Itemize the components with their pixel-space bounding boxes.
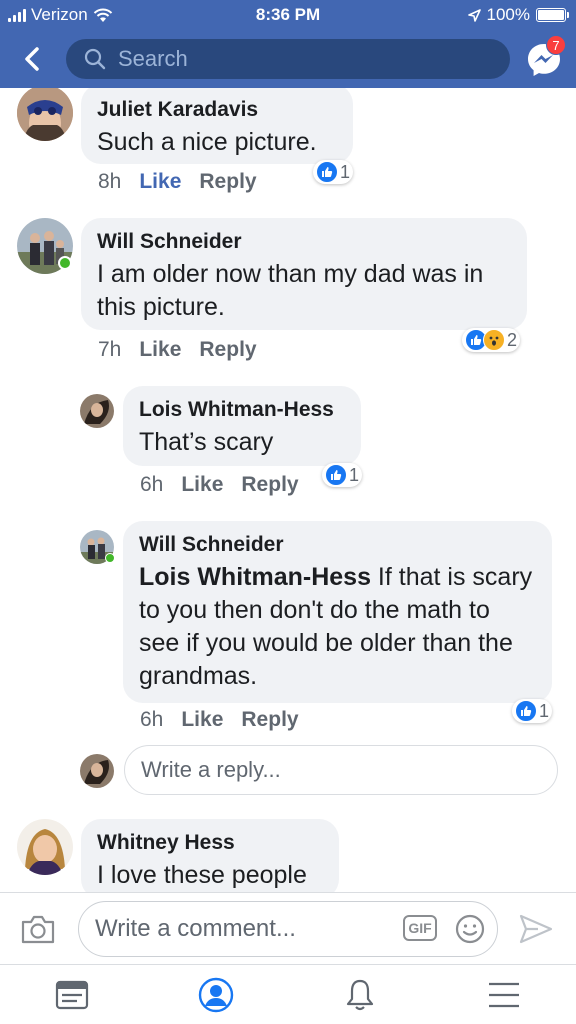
comment-bubble: Will Schneider I am older now than my da… — [81, 218, 527, 330]
reaction-count: 1 — [539, 700, 550, 721]
comment-composer: Write a comment... GIF — [0, 892, 576, 964]
reaction-count: 1 — [340, 161, 351, 182]
send-icon[interactable] — [518, 913, 554, 945]
like-button[interactable]: Like — [139, 338, 181, 362]
comment-thread: Juliet Karadavis Such a nice picture. 8h… — [0, 88, 576, 892]
tab-profile[interactable] — [144, 965, 288, 1024]
comment-text: I love these people — [97, 861, 307, 889]
bottom-tab-bar — [0, 964, 576, 1024]
avatar[interactable] — [80, 394, 114, 428]
tab-notifications[interactable] — [288, 965, 432, 1024]
comment-text: I am older now than my dad was in this p… — [97, 260, 484, 321]
comment-author[interactable]: Will Schneider — [139, 533, 536, 557]
comment-placeholder: Write a comment... — [95, 915, 296, 942]
comment-time: 6h — [140, 473, 164, 496]
like-button[interactable]: Like — [181, 708, 223, 732]
comment-author[interactable]: Whitney Hess — [97, 831, 323, 855]
search-placeholder: Search — [118, 46, 188, 71]
comment-actions: 6h Like Reply — [140, 708, 299, 732]
wow-reaction-icon — [483, 329, 505, 351]
like-button[interactable]: Like — [139, 170, 181, 194]
comment-text: That’s scary — [139, 428, 274, 456]
online-indicator — [58, 256, 72, 270]
status-right: 100% — [467, 5, 569, 25]
comment-author[interactable]: Will Schneider — [97, 230, 511, 254]
avatar[interactable] — [17, 819, 73, 875]
battery-label: 100% — [486, 5, 530, 24]
comment-author[interactable]: Juliet Karadavis — [97, 98, 337, 122]
comment-time: 6h — [140, 708, 164, 731]
top-navbar: Search 7 — [0, 30, 576, 88]
menu-icon — [489, 982, 519, 1007]
back-arrow-icon[interactable] — [18, 44, 48, 74]
online-indicator — [105, 553, 115, 563]
messenger-badge: 7 — [546, 35, 566, 55]
comment-bubble: Lois Whitman-Hess That’s scary — [123, 386, 361, 466]
comment-bubble: Will Schneider Lois Whitman-Hess If that… — [123, 521, 552, 703]
search-input[interactable]: Search — [66, 39, 510, 79]
like-reaction-icon — [316, 161, 338, 183]
gif-button[interactable]: GIF — [403, 915, 437, 941]
bell-icon — [346, 979, 374, 1010]
comment-actions: 6h Like Reply — [140, 473, 299, 497]
profile-icon — [198, 977, 234, 1012]
comment-text: Lois Whitman-Hess If that is scary to yo… — [139, 563, 532, 690]
reaction-summary[interactable]: 1 — [322, 463, 363, 487]
avatar — [80, 754, 114, 788]
reaction-count: 2 — [507, 329, 518, 350]
comment-actions: 7h Like Reply — [98, 338, 257, 362]
news-feed-icon — [55, 980, 89, 1009]
reply-button[interactable]: Reply — [241, 473, 298, 497]
reaction-summary[interactable]: 2 — [462, 328, 521, 352]
like-button[interactable]: Like — [181, 473, 223, 497]
gif-label: GIF — [408, 920, 432, 936]
battery-icon — [536, 8, 569, 22]
search-icon — [84, 48, 106, 70]
reply-button[interactable]: Reply — [199, 338, 256, 362]
location-icon — [467, 8, 481, 22]
reply-button[interactable]: Reply — [199, 170, 256, 194]
comment-author[interactable]: Lois Whitman-Hess — [139, 398, 345, 422]
like-reaction-icon — [515, 700, 537, 722]
emoji-icon[interactable] — [454, 913, 486, 945]
reaction-count: 1 — [349, 464, 360, 485]
reaction-summary[interactable]: 1 — [512, 699, 553, 723]
mention-link[interactable]: Lois Whitman-Hess — [139, 563, 371, 591]
like-reaction-icon — [325, 464, 347, 486]
comment-text: Such a nice picture. — [97, 128, 317, 156]
tab-menu[interactable] — [432, 965, 576, 1024]
reply-button[interactable]: Reply — [241, 708, 298, 732]
comment-bubble: Whitney Hess I love these people — [81, 819, 339, 892]
comment-actions: 8h Like Reply — [98, 170, 257, 194]
reaction-summary[interactable]: 1 — [313, 160, 354, 184]
reply-placeholder: Write a reply... — [141, 757, 281, 782]
tab-news-feed[interactable] — [0, 965, 144, 1024]
comment-time: 7h — [98, 338, 122, 361]
avatar[interactable] — [17, 88, 73, 141]
reply-input[interactable]: Write a reply... — [124, 745, 558, 795]
comment-bubble: Juliet Karadavis Such a nice picture. — [81, 88, 353, 164]
comment-time: 8h — [98, 170, 122, 193]
camera-icon[interactable] — [20, 913, 56, 945]
status-bar: Verizon 8:36 PM 100% — [0, 0, 576, 30]
